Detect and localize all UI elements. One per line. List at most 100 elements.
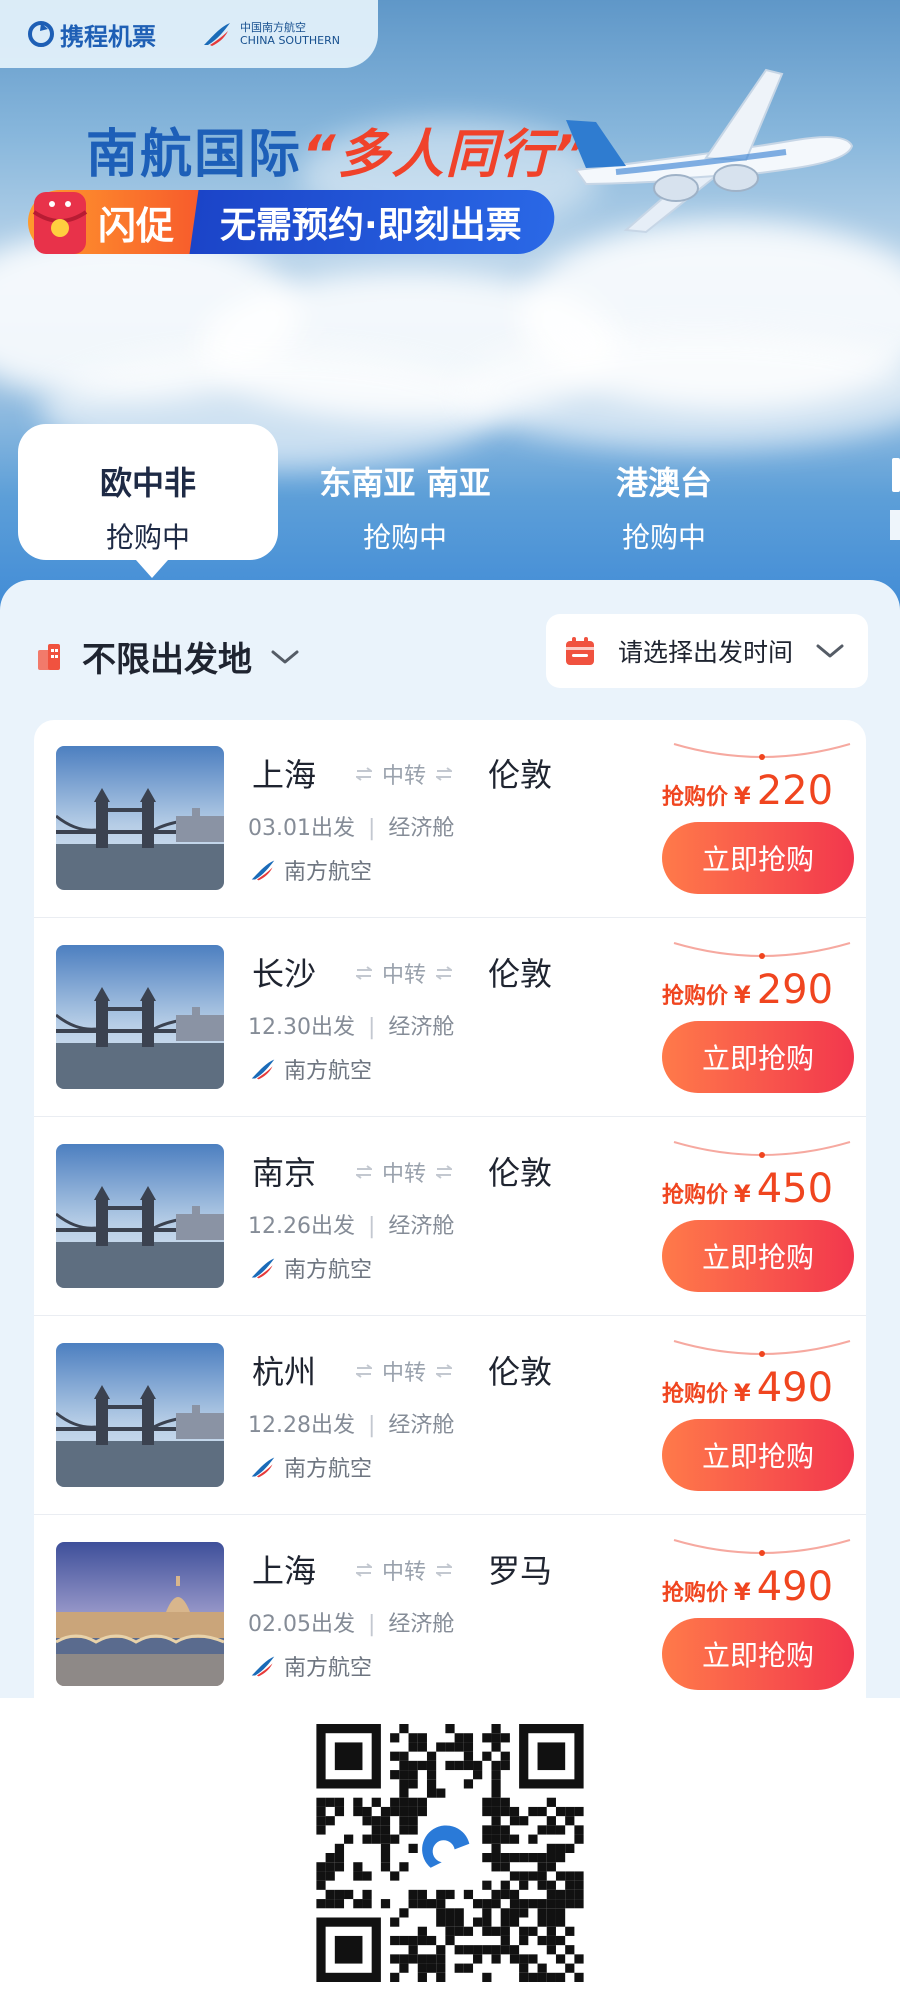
currency-symbol: ¥ bbox=[734, 981, 751, 1009]
region-tabs: 欧中非 抢购中 东南亚 南亚 抢购中 港澳台 抢购中 bbox=[0, 424, 900, 578]
destination-thumbnail bbox=[56, 746, 224, 890]
flight-meta: 02.05出发 | 经济舱 bbox=[248, 1606, 454, 1638]
meta-divider: | bbox=[367, 1015, 376, 1040]
buy-now-button[interactable]: 立即抢购 bbox=[662, 1618, 854, 1690]
flight-meta: 12.30出发 | 经济舱 bbox=[248, 1009, 454, 1041]
airline-info: 南方航空 bbox=[250, 854, 372, 886]
flight-card[interactable]: 上海 中转 伦敦 03.01出发 | 经济舱 南方航空 抢购价 ¥ 220 立即… bbox=[34, 720, 866, 918]
flash-sale-badge: 闪促 bbox=[28, 190, 201, 254]
currency-symbol: ¥ bbox=[734, 1379, 751, 1407]
qr-code bbox=[316, 1724, 584, 1982]
flight-meta: 12.26出发 | 经济舱 bbox=[248, 1208, 454, 1240]
building-icon bbox=[38, 643, 60, 670]
price-amount: 490 bbox=[756, 1365, 834, 1411]
buy-now-button[interactable]: 立即抢购 bbox=[662, 1419, 854, 1491]
flight-card[interactable]: 杭州 中转 伦敦 12.28出发 | 经济舱 南方航空 抢购价 ¥ 490 立即… bbox=[34, 1317, 866, 1515]
price-decoration-icon bbox=[673, 1539, 851, 1556]
destination-city: 伦敦 bbox=[488, 756, 553, 794]
china-southern-logo-icon bbox=[251, 1059, 275, 1080]
rome-cityscape-image bbox=[56, 1542, 224, 1686]
cabin-class: 经济舱 bbox=[388, 1413, 455, 1438]
transfer-arrows-icon bbox=[436, 966, 453, 980]
ctrip-dolphin-icon bbox=[28, 21, 54, 47]
promo-slogan-text: 无需预约·即刻出票 bbox=[220, 205, 522, 246]
flash-sale-label: 闪促 bbox=[98, 203, 175, 248]
transfer-arrows-icon bbox=[356, 966, 372, 980]
transfer-label: 中转 bbox=[382, 1162, 427, 1187]
departure-date: 12.26出发 bbox=[248, 1214, 355, 1239]
cabin-class: 经济舱 bbox=[388, 816, 455, 841]
departure-date: 02.05出发 bbox=[248, 1612, 355, 1637]
departure-date: 12.30出发 bbox=[248, 1015, 355, 1040]
airplane-illustration bbox=[566, 68, 854, 234]
flight-card[interactable]: 南京 中转 伦敦 12.26出发 | 经济舱 南方航空 抢购价 ¥ 450 立即… bbox=[34, 1118, 866, 1316]
price-amount: 490 bbox=[756, 1564, 834, 1610]
kapok-flower-icon bbox=[204, 23, 230, 46]
transfer-arrows-icon bbox=[436, 1563, 453, 1577]
tab-status: 抢购中 bbox=[362, 521, 447, 554]
price: 抢购价 ¥ 490 bbox=[662, 1365, 833, 1411]
airline-info: 南方航空 bbox=[250, 1650, 372, 1682]
currency-symbol: ¥ bbox=[734, 1180, 751, 1208]
transfer-indicator: 中转 bbox=[356, 957, 453, 989]
price: 抢购价 ¥ 220 bbox=[662, 768, 833, 814]
price-amount: 450 bbox=[756, 1166, 834, 1212]
transfer-indicator: 中转 bbox=[356, 1156, 453, 1188]
currency-symbol: ¥ bbox=[734, 782, 751, 810]
buy-now-button[interactable]: 立即抢购 bbox=[662, 1021, 854, 1093]
destination-thumbnail bbox=[56, 1343, 224, 1487]
hero-title-highlight: “多人同行” bbox=[302, 125, 589, 185]
cs-name-cn: 中国南方航空 bbox=[240, 21, 306, 34]
transfer-arrows-icon bbox=[356, 1563, 372, 1577]
origin-filter[interactable]: 不限出发地 bbox=[34, 632, 300, 681]
london-tower-bridge-image bbox=[56, 746, 224, 890]
transfer-label: 中转 bbox=[382, 1361, 427, 1386]
brand-bar: 携程机票 中国南方航空 CHINA SOUTHERN bbox=[0, 0, 378, 68]
origin-city: 上海 bbox=[252, 1552, 317, 1590]
tab-hk-macau-taiwan[interactable]: 港澳台 抢购中 bbox=[534, 424, 794, 560]
price-label: 抢购价 bbox=[662, 1183, 729, 1208]
promo-slogan-badge: 无需预约·即刻出票 bbox=[189, 190, 559, 254]
tab-europe-china-africa[interactable]: 欧中非 抢购中 bbox=[18, 424, 278, 578]
tab-overflow-edge-2 bbox=[890, 510, 900, 540]
airline-name: 南方航空 bbox=[284, 1656, 373, 1681]
tab-overflow-edge bbox=[892, 458, 900, 492]
meta-divider: | bbox=[367, 1413, 376, 1438]
destination-thumbnail bbox=[56, 1144, 224, 1288]
destination-city: 伦敦 bbox=[488, 955, 553, 993]
china-southern-logo-icon bbox=[251, 860, 275, 881]
date-placeholder: 请选择出发时间 bbox=[618, 638, 794, 667]
buy-now-button[interactable]: 立即抢购 bbox=[662, 1220, 854, 1292]
date-picker[interactable]: 请选择出发时间 bbox=[546, 614, 868, 688]
calendar-icon bbox=[566, 637, 594, 665]
meta-divider: | bbox=[367, 1612, 376, 1637]
flight-card[interactable]: 长沙 中转 伦敦 12.30出发 | 经济舱 南方航空 抢购价 ¥ 290 立即… bbox=[34, 919, 866, 1117]
buy-now-button[interactable]: 立即抢购 bbox=[662, 822, 854, 894]
transfer-arrows-icon bbox=[436, 1364, 453, 1378]
meta-divider: | bbox=[367, 1214, 376, 1239]
price-amount: 290 bbox=[756, 967, 834, 1013]
price-decoration-icon bbox=[673, 1141, 851, 1158]
china-southern-logo-icon bbox=[251, 1457, 275, 1478]
china-southern-logo-icon bbox=[251, 1656, 275, 1677]
airline-name: 南方航空 bbox=[284, 860, 373, 885]
transfer-label: 中转 bbox=[382, 764, 427, 789]
price: 抢购价 ¥ 490 bbox=[662, 1564, 833, 1610]
cabin-class: 经济舱 bbox=[388, 1612, 455, 1637]
tab-status: 抢购中 bbox=[621, 521, 706, 554]
red-envelope-icon bbox=[32, 192, 88, 254]
hero-title-main: 南航国际 bbox=[86, 125, 303, 185]
airline-name: 南方航空 bbox=[284, 1258, 373, 1283]
price-amount: 220 bbox=[756, 768, 834, 814]
meta-divider: | bbox=[367, 816, 376, 841]
promo-row: 闪促 无需预约·即刻出票 bbox=[28, 188, 559, 256]
price: 抢购价 ¥ 450 bbox=[662, 1166, 833, 1212]
flight-meta: 03.01出发 | 经济舱 bbox=[248, 810, 454, 842]
tab-southeast-south-asia[interactable]: 东南亚 南亚 抢购中 bbox=[275, 424, 535, 560]
flight-card[interactable]: 上海 中转 罗马 02.05出发 | 经济舱 南方航空 抢购价 ¥ 490 立即… bbox=[34, 1516, 866, 1698]
transfer-indicator: 中转 bbox=[356, 1355, 453, 1387]
chevron-down-icon bbox=[816, 644, 844, 658]
london-tower-bridge-image bbox=[56, 945, 224, 1089]
price-decoration-icon bbox=[673, 743, 851, 760]
tab-label: 港澳台 bbox=[615, 464, 712, 502]
